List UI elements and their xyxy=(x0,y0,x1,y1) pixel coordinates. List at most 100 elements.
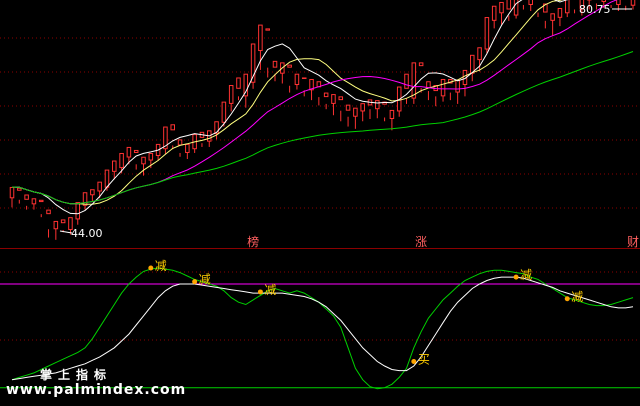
candle xyxy=(141,156,146,176)
candle xyxy=(177,139,183,157)
candle xyxy=(411,62,417,104)
candle xyxy=(301,77,307,97)
candle-body xyxy=(375,100,380,110)
candle xyxy=(557,8,563,27)
candle xyxy=(294,73,300,90)
signal-label: 减 xyxy=(571,290,583,304)
signal-dot xyxy=(192,279,198,285)
candle-body xyxy=(294,73,300,86)
candle xyxy=(250,43,256,89)
candle xyxy=(630,0,636,10)
candle xyxy=(396,86,402,117)
candle xyxy=(484,17,490,54)
stock-chart: 80.75 44.00 榜涨财 减减减买减减 xyxy=(0,0,640,390)
candle-body xyxy=(528,0,533,5)
candle-body xyxy=(418,62,424,67)
candle-body xyxy=(360,103,365,112)
signal-label: 减 xyxy=(264,283,276,297)
candle xyxy=(192,134,197,153)
candle xyxy=(155,143,161,161)
candle-body xyxy=(491,5,497,21)
signal-label: 减 xyxy=(520,268,532,282)
candle-body xyxy=(477,47,482,61)
candle-body xyxy=(440,78,446,97)
candle xyxy=(353,107,358,129)
candle xyxy=(404,73,409,104)
candle xyxy=(280,62,285,84)
signal-dot xyxy=(411,358,417,364)
candle-body xyxy=(345,104,351,111)
candle xyxy=(499,1,504,25)
candle xyxy=(265,28,270,78)
candle-body xyxy=(133,149,139,153)
candle-body xyxy=(353,107,358,117)
watermark-url: www.palmindex.com xyxy=(6,382,187,398)
candle-body xyxy=(630,0,636,6)
candle xyxy=(24,194,29,210)
candle-body xyxy=(31,198,37,205)
candle-body xyxy=(616,0,621,5)
candle xyxy=(345,104,351,127)
candles xyxy=(9,0,636,240)
candle-body xyxy=(177,139,183,146)
candle-body xyxy=(53,220,59,230)
candle-body xyxy=(17,187,22,191)
candle xyxy=(543,3,548,29)
candle xyxy=(272,60,278,82)
candle xyxy=(440,78,446,102)
candle-body xyxy=(46,209,51,215)
candle-body xyxy=(60,219,66,224)
candle-body xyxy=(104,169,110,188)
candle-body xyxy=(38,199,44,203)
candle xyxy=(9,186,15,208)
event-tag-label: 财 xyxy=(627,235,639,249)
event-tag-label: 涨 xyxy=(415,234,427,249)
candle xyxy=(90,189,95,203)
candle xyxy=(46,209,51,238)
candle-body xyxy=(148,152,154,161)
candle-body xyxy=(75,202,81,220)
candle xyxy=(133,149,139,170)
high-price-label: 80.75 xyxy=(579,3,611,16)
low-price-label: 44.00 xyxy=(71,227,103,240)
candle xyxy=(185,143,190,160)
signal-label: 买 xyxy=(418,352,430,366)
candle-body xyxy=(338,96,344,101)
candle-body xyxy=(112,160,117,172)
candle-body xyxy=(97,181,102,192)
candle-body xyxy=(126,146,132,158)
signal-marker: 减 xyxy=(564,290,583,304)
candle xyxy=(316,81,322,106)
candle-body xyxy=(258,24,263,52)
candle xyxy=(228,85,234,112)
candle xyxy=(491,5,497,29)
candle-body xyxy=(301,77,307,79)
candle xyxy=(389,109,395,131)
signal-dot xyxy=(257,289,263,295)
candle xyxy=(477,47,482,72)
candle xyxy=(163,126,168,155)
candle-body xyxy=(389,109,395,119)
candle-body xyxy=(236,77,241,89)
candle-body xyxy=(287,64,292,68)
candle-body xyxy=(564,0,570,14)
signal-label: 减 xyxy=(155,259,167,273)
candle-body xyxy=(228,85,234,104)
candle xyxy=(170,124,175,150)
signal-dot xyxy=(148,265,154,271)
candle xyxy=(550,13,555,36)
candle xyxy=(470,54,475,82)
candle-body xyxy=(455,79,460,93)
candle-body xyxy=(426,81,431,89)
candle-body xyxy=(550,13,555,21)
candle-body xyxy=(323,92,329,98)
candle xyxy=(60,219,66,233)
candle-body xyxy=(119,152,124,169)
signal-marker: 减 xyxy=(148,259,167,273)
candle-body xyxy=(272,60,278,68)
candle-body xyxy=(170,124,175,131)
signal-marker: 减 xyxy=(513,268,532,282)
candle-body xyxy=(24,194,29,200)
candle-body xyxy=(601,0,607,2)
watermark-title: 掌上指标 xyxy=(40,368,113,382)
